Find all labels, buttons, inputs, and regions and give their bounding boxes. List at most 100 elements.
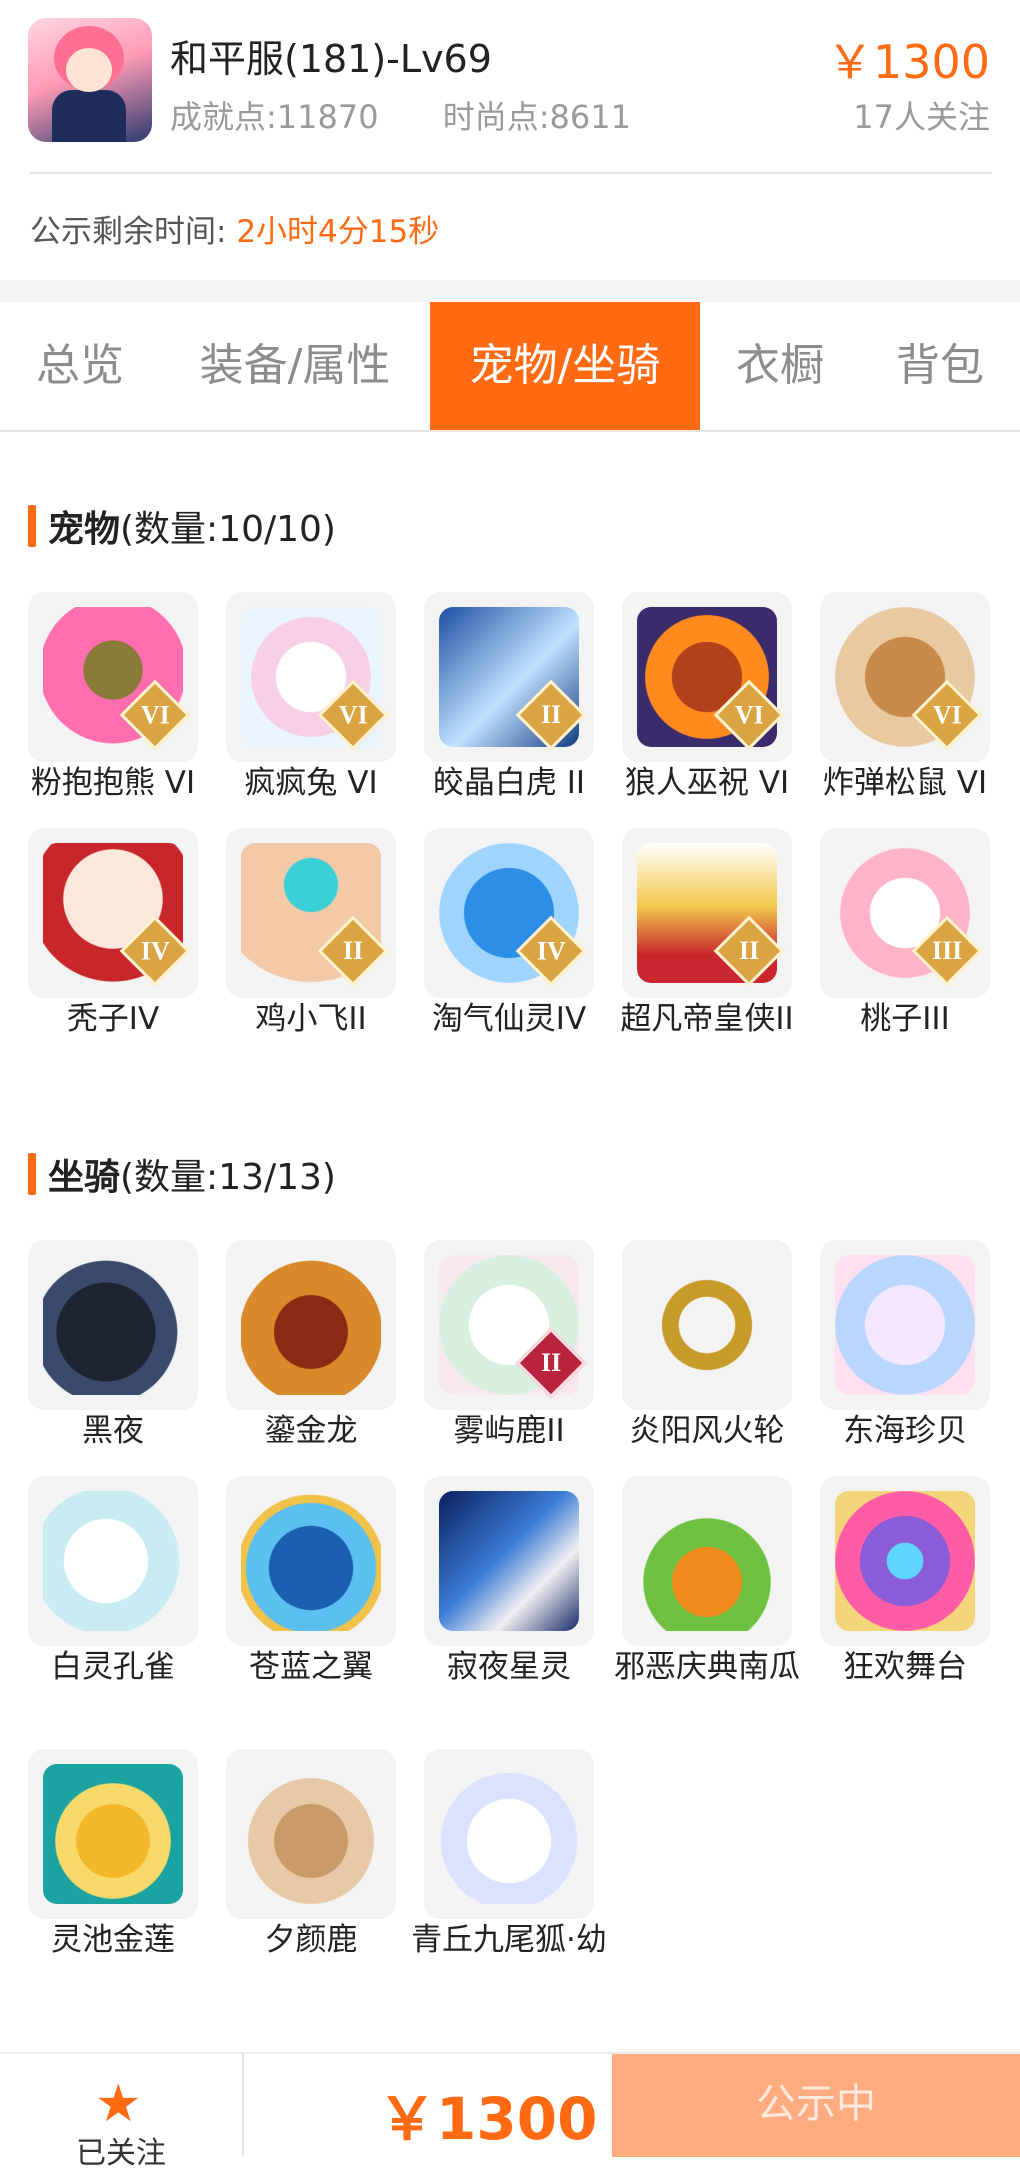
mount-image bbox=[241, 1491, 381, 1631]
pet-item[interactable]: VI 炸弹松鼠 VI bbox=[806, 592, 1004, 802]
follow-button[interactable]: ★ 已关注 bbox=[0, 2054, 244, 2171]
tier-badge-label: II bbox=[540, 1348, 562, 1377]
listing-header: 和平服(181)-Lv69 成就点:11870 时尚点:8611 ￥1300 1… bbox=[0, 0, 1020, 280]
mount-name: 雾屿鹿II bbox=[453, 1413, 565, 1449]
pet-item[interactable]: IV 淘气仙灵IV bbox=[410, 828, 608, 1038]
mount-thumbnail bbox=[28, 1240, 198, 1410]
mount-thumbnail: II bbox=[424, 1240, 594, 1410]
pet-item[interactable]: II 皎晶白虎 II bbox=[410, 592, 608, 802]
pet-thumbnail: VI bbox=[820, 592, 990, 762]
mount-item[interactable]: II 雾屿鹿II bbox=[410, 1240, 608, 1450]
mount-item[interactable]: 炎阳风火轮 bbox=[608, 1240, 806, 1450]
pet-name: 炸弹松鼠 VI bbox=[822, 765, 988, 801]
mount-name: 夕颜鹿 bbox=[264, 1922, 358, 1958]
pets-title: 宠物 bbox=[48, 509, 121, 550]
section-marker bbox=[28, 1153, 36, 1195]
achievement-points: 成就点:11870 bbox=[170, 98, 379, 136]
mount-name: 鎏金龙 bbox=[264, 1413, 358, 1449]
mount-name: 狂欢舞台 bbox=[843, 1649, 967, 1685]
tier-badge-label: II bbox=[738, 936, 760, 965]
mount-thumbnail bbox=[226, 1749, 396, 1919]
pet-item[interactable]: II 超凡帝皇侠II bbox=[608, 828, 806, 1038]
pet-thumbnail: IV bbox=[28, 828, 198, 998]
mount-image bbox=[835, 1255, 975, 1395]
mount-item[interactable]: 夕颜鹿 bbox=[212, 1749, 410, 1959]
character-avatar bbox=[28, 18, 152, 142]
pet-item[interactable]: III 桃子III bbox=[806, 828, 1004, 1038]
mount-image bbox=[439, 1764, 579, 1904]
publicity-countdown: 公示剩余时间: 2小时4分15秒 bbox=[30, 206, 439, 251]
pet-thumbnail: IV bbox=[424, 828, 594, 998]
tab-wardrobe[interactable]: 衣橱 bbox=[700, 302, 860, 430]
tier-badge-label: II bbox=[540, 700, 562, 729]
mount-image bbox=[241, 1764, 381, 1904]
pet-item[interactable]: VI 狼人巫祝 VI bbox=[608, 592, 806, 802]
mount-thumbnail bbox=[820, 1476, 990, 1646]
mount-image bbox=[637, 1491, 777, 1631]
mount-thumbnail bbox=[28, 1749, 198, 1919]
tab-pets-mounts[interactable]: 宠物/坐骑 bbox=[430, 302, 700, 430]
mount-image bbox=[439, 1491, 579, 1631]
tier-badge-label: VI bbox=[140, 700, 170, 729]
mount-name: 白灵孔雀 bbox=[51, 1649, 175, 1685]
mount-name: 青丘九尾狐·幼 bbox=[411, 1922, 607, 1958]
pet-thumbnail: VI bbox=[28, 592, 198, 762]
mount-image bbox=[43, 1255, 183, 1395]
tier-badge-label: II bbox=[342, 936, 364, 965]
character-title: 和平服(181)-Lv69 bbox=[170, 37, 492, 81]
mount-name: 邪恶庆典南瓜 bbox=[614, 1649, 800, 1685]
mount-item[interactable]: 黑夜 bbox=[14, 1240, 212, 1450]
mount-image bbox=[835, 1491, 975, 1631]
pet-name: 桃子III bbox=[860, 1001, 950, 1037]
mount-thumbnail bbox=[424, 1749, 594, 1919]
mount-item[interactable]: 邪恶庆典南瓜 bbox=[608, 1476, 806, 1686]
mounts-section-title: 坐骑(数量:13/13) bbox=[28, 1148, 336, 1200]
tier-badge-label: VI bbox=[338, 700, 368, 729]
mount-thumbnail bbox=[424, 1476, 594, 1646]
tier-badge-label: VI bbox=[932, 700, 962, 729]
tab-overview[interactable]: 总览 bbox=[0, 302, 160, 430]
mount-item[interactable]: 苍蓝之翼 bbox=[212, 1476, 410, 1686]
tab-equipment[interactable]: 装备/属性 bbox=[160, 302, 430, 430]
mount-item[interactable]: 灵池金莲 bbox=[14, 1749, 212, 1959]
character-stats: 成就点:11870 时尚点:8611 bbox=[170, 92, 685, 138]
fashion-points: 时尚点:8611 bbox=[442, 98, 631, 136]
countdown-label: 公示剩余时间: bbox=[30, 214, 227, 250]
mount-item[interactable]: 东海珍贝 bbox=[806, 1240, 1004, 1450]
mount-name: 东海珍贝 bbox=[843, 1413, 967, 1449]
mounts-title: 坐骑 bbox=[48, 1157, 121, 1198]
pet-thumbnail: II bbox=[424, 592, 594, 762]
header-divider bbox=[30, 172, 992, 174]
follow-label: 已关注 bbox=[76, 2136, 166, 2171]
mount-item[interactable]: 青丘九尾狐·幼 bbox=[410, 1749, 608, 1959]
mount-thumbnail bbox=[622, 1476, 792, 1646]
mount-image bbox=[637, 1255, 777, 1395]
mount-item[interactable]: 寂夜星灵 bbox=[410, 1476, 608, 1686]
mount-item[interactable]: 狂欢舞台 bbox=[806, 1476, 1004, 1686]
pets-count: (数量:10/10) bbox=[120, 509, 336, 550]
mount-thumbnail bbox=[622, 1240, 792, 1410]
tier-badge-label: VI bbox=[734, 700, 764, 729]
mount-item[interactable]: 白灵孔雀 bbox=[14, 1476, 212, 1686]
countdown-value: 2小时4分15秒 bbox=[236, 214, 440, 250]
mount-thumbnail bbox=[226, 1476, 396, 1646]
pet-name: 粉抱抱熊 VI bbox=[30, 765, 196, 801]
mounts-count: (数量:13/13) bbox=[120, 1157, 336, 1198]
mount-name: 苍蓝之翼 bbox=[249, 1649, 373, 1685]
tab-backpack[interactable]: 背包 bbox=[860, 302, 1020, 430]
pet-thumbnail: VI bbox=[226, 592, 396, 762]
pet-name: 疯疯兔 VI bbox=[244, 765, 378, 801]
section-marker bbox=[28, 505, 36, 547]
publicity-status-button[interactable]: 公示中 bbox=[612, 2054, 1020, 2157]
mount-image bbox=[241, 1255, 381, 1395]
mount-thumbnail bbox=[28, 1476, 198, 1646]
pet-name: 鸡小飞II bbox=[255, 1001, 367, 1037]
pet-name: 皎晶白虎 II bbox=[432, 765, 586, 801]
pet-name: 狼人巫祝 VI bbox=[624, 765, 790, 801]
mount-item[interactable]: 鎏金龙 bbox=[212, 1240, 410, 1450]
pet-item[interactable]: IV 秃子IV bbox=[14, 828, 212, 1038]
pet-item[interactable]: II 鸡小飞II bbox=[212, 828, 410, 1038]
pet-item[interactable]: VI 疯疯兔 VI bbox=[212, 592, 410, 802]
mount-image bbox=[43, 1491, 183, 1631]
pet-item[interactable]: VI 粉抱抱熊 VI bbox=[14, 592, 212, 802]
